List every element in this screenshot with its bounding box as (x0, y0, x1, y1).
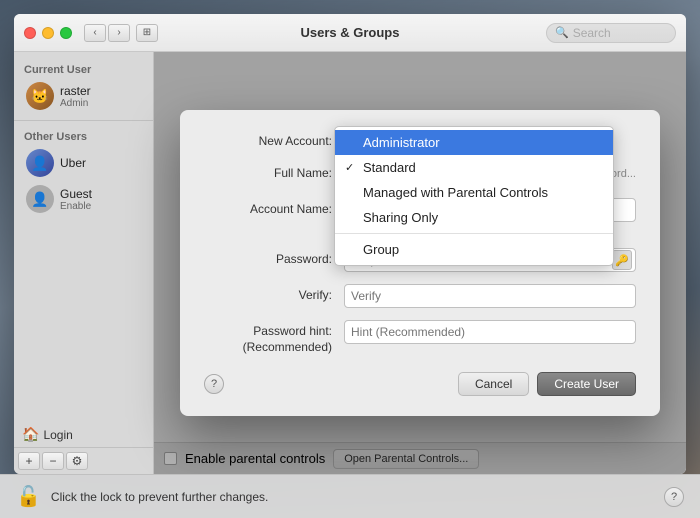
dropdown-item-administrator-label: Administrator (363, 135, 440, 150)
key-icon[interactable]: 🔑 (612, 250, 632, 270)
dropdown-item-standard[interactable]: ✓ Standard (335, 155, 613, 180)
dropdown-item-managed-label: Managed with Parental Controls (363, 185, 548, 200)
verify-input[interactable] (344, 284, 636, 308)
guest-role: Enable (60, 201, 141, 212)
checkmark-icon: ✓ (345, 161, 354, 174)
search-placeholder: Search (573, 26, 611, 40)
login-item[interactable]: 🏠 Login (14, 422, 153, 447)
sidebar-controls: + − ⚙ (14, 447, 153, 474)
hint-label: Password hint: (Recommended) (204, 320, 344, 355)
dropdown-item-group-label: Group (363, 242, 399, 257)
close-button[interactable] (24, 27, 36, 39)
sidebar-item-guest[interactable]: 👤 Guest Enable (18, 181, 149, 217)
guest-text: Guest Enable (60, 187, 141, 212)
bottom-help-button[interactable]: ? (664, 487, 684, 507)
lock-icon[interactable]: 🔓 (16, 484, 41, 509)
create-user-button[interactable]: Create User (537, 372, 636, 396)
bottom-bar: 🔓 Click the lock to prevent further chan… (0, 474, 700, 518)
dropdown-item-administrator[interactable]: Administrator (335, 130, 613, 155)
uber-avatar: 👤 (26, 149, 54, 177)
current-user-item[interactable]: 🐱 raster Admin (18, 78, 149, 114)
verify-field-wrapper (344, 284, 636, 308)
grid-button[interactable]: ⊞ (136, 24, 158, 42)
main-window: ‹ › ⊞ Users & Groups 🔍 Search Current Us… (14, 14, 686, 474)
settings-button[interactable]: ⚙ (66, 452, 88, 470)
maximize-button[interactable] (60, 27, 72, 39)
help-button[interactable]: ? (204, 374, 224, 394)
dropdown-item-managed[interactable]: Managed with Parental Controls (335, 180, 613, 205)
minimize-button[interactable] (42, 27, 54, 39)
titlebar: ‹ › ⊞ Users & Groups 🔍 Search (14, 14, 686, 52)
full-name-label: Full Name: (204, 162, 344, 180)
guest-name: Guest (60, 187, 141, 201)
new-account-row: New Account: Administrator ▼ Administrat… (204, 130, 636, 150)
login-label: Login (43, 428, 72, 442)
lock-text: Click the lock to prevent further change… (51, 490, 268, 504)
back-button[interactable]: ‹ (84, 24, 106, 42)
password-button[interactable]: ord... (611, 168, 636, 180)
current-user-text: raster Admin (60, 84, 141, 109)
account-type-dropdown: Administrator ✓ Standard Managed with Pa… (334, 126, 614, 266)
hint-label-sub: (Recommended) (243, 340, 332, 354)
uber-name: Uber (60, 156, 141, 170)
dropdown-separator (335, 233, 613, 234)
window-title: Users & Groups (301, 25, 400, 40)
home-icon: 🏠 (22, 426, 39, 443)
hint-field-wrapper (344, 320, 636, 344)
current-user-avatar: 🐱 (26, 82, 54, 110)
add-user-button[interactable]: + (18, 452, 40, 470)
password-hint-row: Password hint: (Recommended) (204, 320, 636, 355)
verify-label: Verify: (204, 284, 344, 302)
nav-buttons: ‹ › (84, 24, 130, 42)
password-label: Password: (204, 248, 344, 266)
new-account-label: New Account: (204, 130, 344, 148)
uber-text: Uber (60, 156, 141, 170)
other-users-section-label: Other Users (14, 127, 153, 145)
create-user-modal: New Account: Administrator ▼ Administrat… (180, 110, 660, 415)
search-box[interactable]: 🔍 Search (546, 23, 676, 43)
main-panel: Enable parental controls Open Parental C… (154, 52, 686, 474)
new-account-field-wrapper: Administrator ▼ Administrator ✓ St (344, 130, 636, 150)
hint-label-main: Password hint: (253, 324, 332, 338)
sidebar-item-uber[interactable]: 👤 Uber (18, 145, 149, 181)
current-user-role: Admin (60, 98, 141, 109)
account-name-label: Account Name: (204, 198, 344, 216)
modal-buttons: ? Cancel Create User (204, 372, 636, 396)
cancel-button[interactable]: Cancel (458, 372, 529, 396)
dropdown-item-group[interactable]: Group (335, 237, 613, 262)
dropdown-item-standard-label: Standard (363, 160, 416, 175)
search-icon: 🔍 (555, 26, 569, 39)
sidebar-divider (14, 120, 153, 121)
current-user-name: raster (60, 84, 141, 98)
verify-row: Verify: (204, 284, 636, 308)
sidebar: Current User 🐱 raster Admin Other Users … (14, 52, 154, 474)
modal-overlay: New Account: Administrator ▼ Administrat… (154, 52, 686, 474)
traffic-lights (24, 27, 72, 39)
hint-input[interactable] (344, 320, 636, 344)
remove-user-button[interactable]: − (42, 452, 64, 470)
content-area: Current User 🐱 raster Admin Other Users … (14, 52, 686, 474)
dropdown-item-sharing-label: Sharing Only (363, 210, 438, 225)
forward-button[interactable]: › (108, 24, 130, 42)
current-user-section-label: Current User (14, 60, 153, 78)
guest-avatar: 👤 (26, 185, 54, 213)
dropdown-item-sharing[interactable]: Sharing Only (335, 205, 613, 230)
